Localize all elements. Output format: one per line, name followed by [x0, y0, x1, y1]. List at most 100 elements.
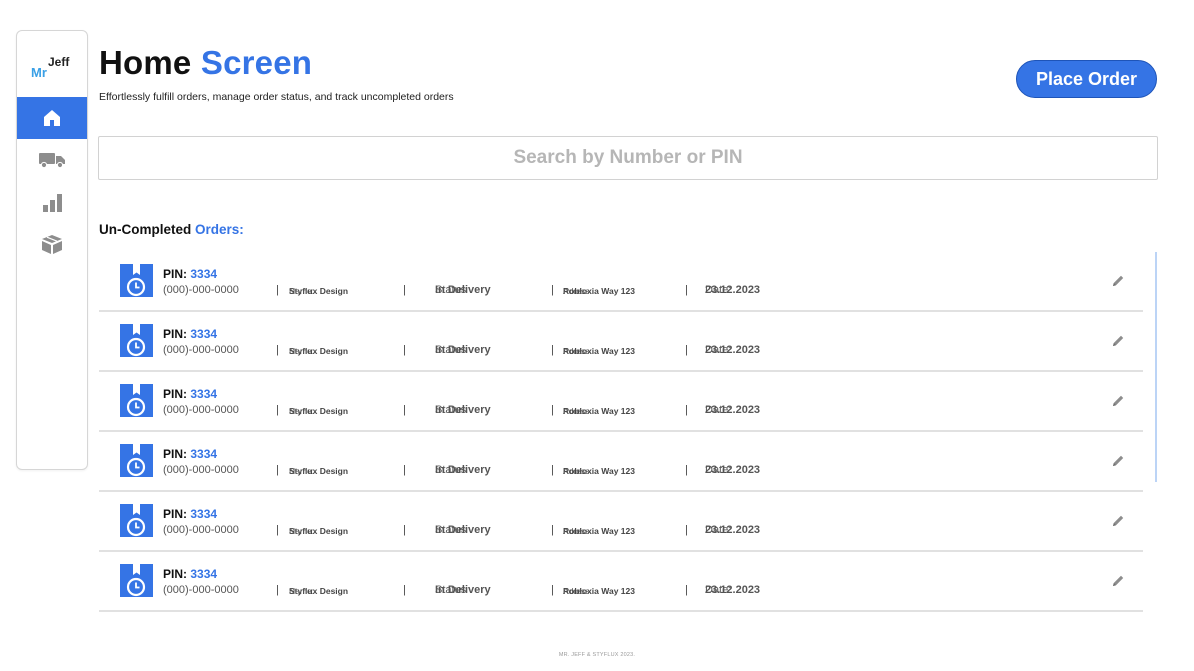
package-icon: [42, 235, 62, 254]
order-name: Name: Styflux Design: [289, 286, 348, 296]
status-label: Status: [435, 464, 467, 476]
order-status: Status In Delivery: [435, 524, 491, 536]
status-label: Status: [435, 344, 467, 356]
order-date: Date: 23.12.2023: [705, 524, 760, 536]
truck-icon: [39, 153, 65, 169]
pin-label: PIN:: [163, 267, 187, 281]
name-label: Name:: [289, 286, 315, 296]
pin-value: 3334: [190, 327, 218, 341]
title-main: Home: [99, 44, 192, 81]
pencil-icon[interactable]: [1110, 513, 1126, 529]
pencil-icon[interactable]: [1110, 573, 1126, 589]
order-name: Name: Styflux Design: [289, 346, 348, 356]
pin-value: 3334: [190, 267, 218, 281]
pencil-icon[interactable]: [1110, 273, 1126, 289]
divider: |: [685, 584, 688, 596]
date-label: Date:: [705, 524, 732, 536]
divider: |: [403, 464, 406, 476]
orders-scrollbar[interactable]: [1155, 252, 1157, 482]
pin-label: PIN:: [163, 327, 187, 341]
order-row[interactable]: PIN: 3334 (000)-000-0000 | Name: Styflux…: [99, 432, 1143, 492]
divider: |: [276, 584, 279, 596]
sidebar-item-delivery[interactable]: [17, 139, 87, 181]
name-label: Name:: [289, 586, 315, 596]
order-address: Adress: Robloxia Way 123: [563, 586, 635, 596]
order-details: (000)-000-0000 | Name: Styflux Design | …: [163, 344, 1063, 358]
order-date: Date: 23.12.2023: [705, 584, 760, 596]
order-phone: (000)-000-0000: [163, 584, 239, 596]
pin-label: PIN:: [163, 567, 187, 581]
divider: |: [403, 284, 406, 296]
order-details: (000)-000-0000 | Name: Styflux Design | …: [163, 464, 1063, 478]
pin-label: PIN:: [163, 507, 187, 521]
divider: |: [276, 404, 279, 416]
order-date: Date: 23.12.2023: [705, 284, 760, 296]
logo-mr: Mr: [31, 65, 47, 80]
footer-text: MR. JEFF & STYFLUX 2023.: [558, 652, 636, 658]
order-details: (000)-000-0000 | Name: Styflux Design | …: [163, 584, 1063, 598]
divider: |: [403, 404, 406, 416]
order-row[interactable]: PIN: 3334 (000)-000-0000 | Name: Styflux…: [99, 492, 1143, 552]
order-pin: PIN: 3334: [163, 507, 217, 521]
date-label: Date:: [705, 344, 732, 356]
order-status: Status In Delivery: [435, 344, 491, 356]
order-address: Adress: Robloxia Way 123: [563, 526, 635, 536]
sidebar-item-statistics[interactable]: [17, 182, 87, 224]
date-label: Date:: [705, 584, 732, 596]
divider: |: [276, 284, 279, 296]
pin-value: 3334: [190, 447, 218, 461]
place-order-button[interactable]: Place Order: [1016, 60, 1157, 98]
divider: |: [551, 344, 554, 356]
pencil-icon[interactable]: [1110, 333, 1126, 349]
divider: |: [685, 464, 688, 476]
order-address: Adress: Robloxia Way 123: [563, 286, 635, 296]
title-accent: Screen: [200, 44, 313, 81]
app-logo: Mr Jeff: [31, 55, 77, 81]
address-label: Adress:: [563, 526, 592, 536]
name-label: Name:: [289, 466, 315, 476]
divider: |: [685, 524, 688, 536]
status-label: Status: [435, 524, 467, 536]
pencil-icon[interactable]: [1110, 393, 1126, 409]
search-input[interactable]: [98, 136, 1158, 180]
order-row[interactable]: PIN: 3334 (000)-000-0000 | Name: Styflux…: [99, 372, 1143, 432]
order-row[interactable]: PIN: 3334 (000)-000-0000 | Name: Styflux…: [99, 252, 1143, 312]
order-row[interactable]: PIN: 3334 (000)-000-0000 | Name: Styflux…: [99, 552, 1143, 612]
order-row[interactable]: PIN: 3334 (000)-000-0000 | Name: Styflux…: [99, 312, 1143, 372]
address-label: Adress:: [563, 346, 592, 356]
divider: |: [403, 344, 406, 356]
order-details: (000)-000-0000 | Name: Styflux Design | …: [163, 404, 1063, 418]
order-phone: (000)-000-0000: [163, 524, 239, 536]
sidebar-item-packages[interactable]: [17, 223, 87, 265]
address-label: Adress:: [563, 406, 592, 416]
order-name: Name: Styflux Design: [289, 526, 348, 536]
order-status: Status In Delivery: [435, 584, 491, 596]
date-label: Date:: [705, 284, 732, 296]
order-pin: PIN: 3334: [163, 567, 217, 581]
order-pin: PIN: 3334: [163, 267, 217, 281]
order-timer-icon: [120, 324, 153, 357]
home-icon: [44, 110, 60, 126]
divider: |: [403, 524, 406, 536]
divider: |: [551, 464, 554, 476]
divider: |: [403, 584, 406, 596]
sidebar-item-home[interactable]: [17, 97, 87, 139]
date-label: Date:: [705, 404, 732, 416]
section-title-accent: Orders:: [195, 222, 244, 237]
pin-value: 3334: [190, 507, 218, 521]
order-timer-icon: [120, 384, 153, 417]
divider: |: [276, 344, 279, 356]
order-phone: (000)-000-0000: [163, 464, 239, 476]
order-date: Date: 23.12.2023: [705, 344, 760, 356]
address-label: Adress:: [563, 466, 592, 476]
order-phone: (000)-000-0000: [163, 404, 239, 416]
pencil-icon[interactable]: [1110, 453, 1126, 469]
order-name: Name: Styflux Design: [289, 406, 348, 416]
order-pin: PIN: 3334: [163, 387, 217, 401]
status-label: Status: [435, 404, 467, 416]
divider: |: [551, 584, 554, 596]
order-timer-icon: [120, 564, 153, 597]
name-label: Name:: [289, 346, 315, 356]
date-label: Date:: [705, 464, 732, 476]
divider: |: [685, 404, 688, 416]
